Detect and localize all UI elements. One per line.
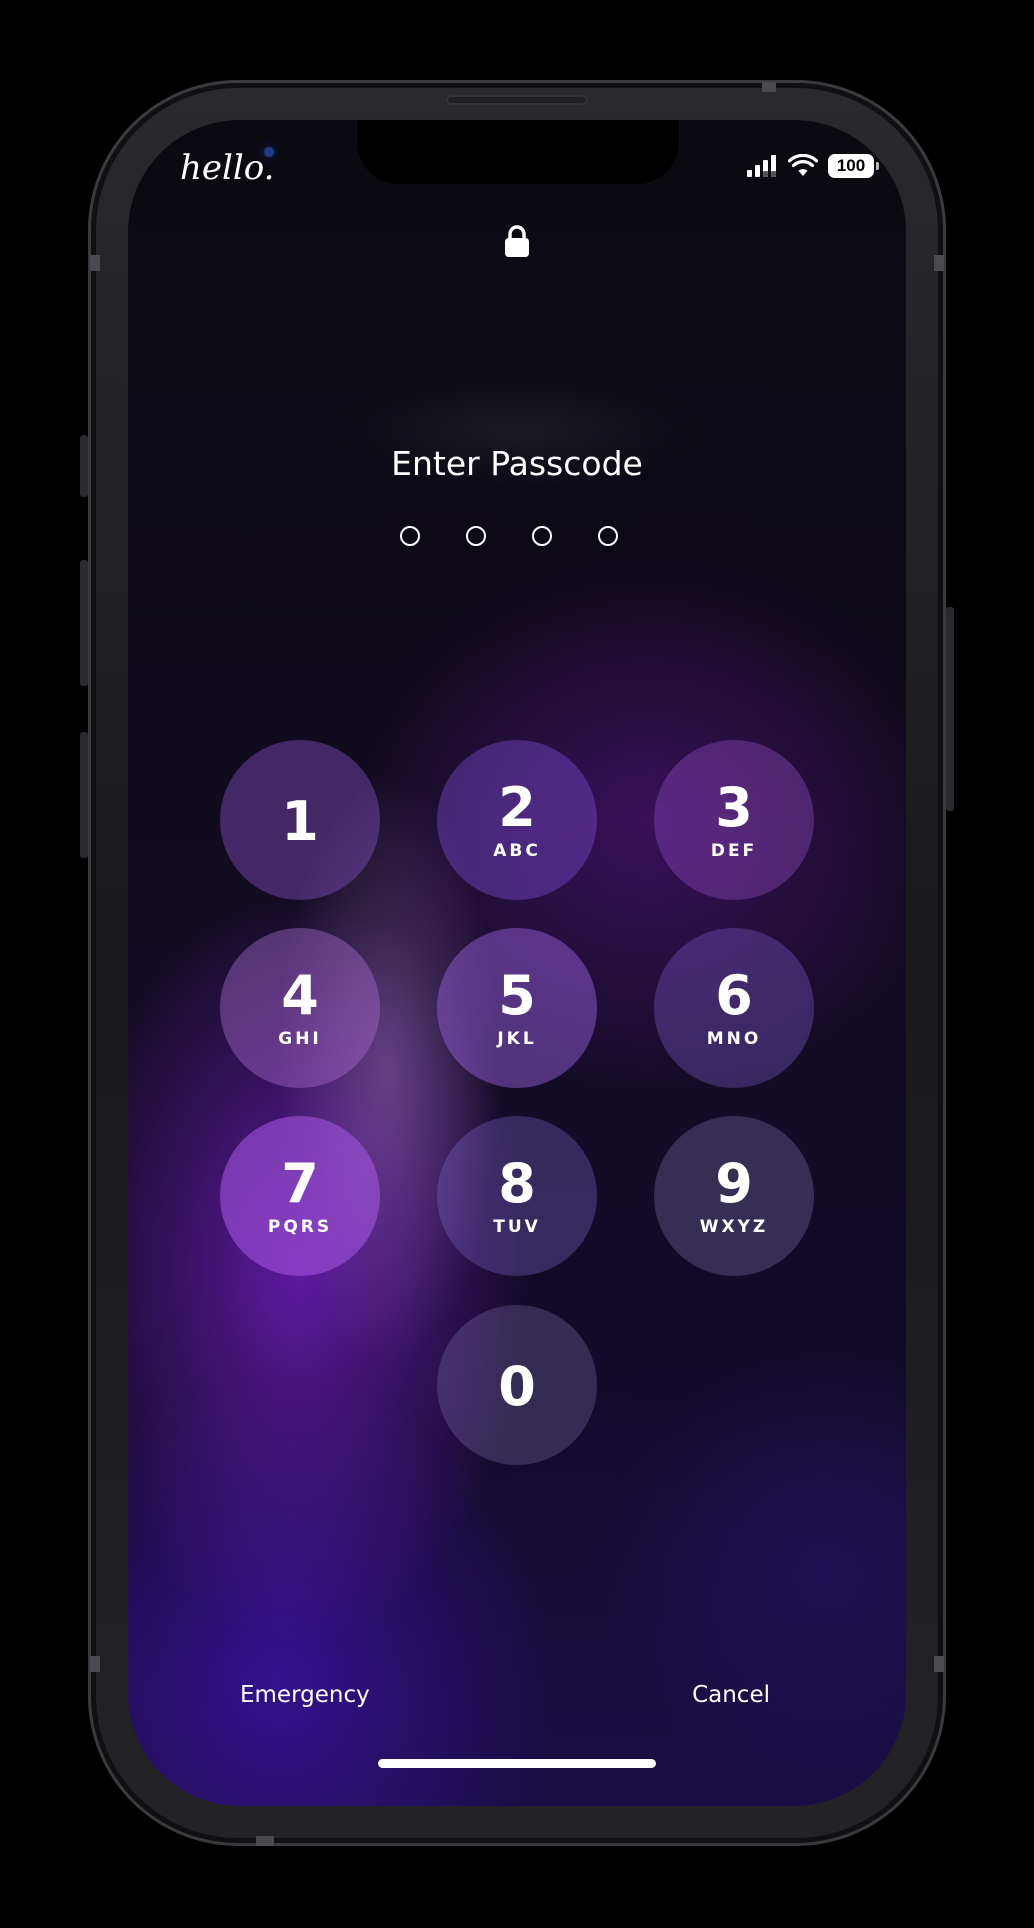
notch	[357, 120, 679, 184]
antenna-band	[90, 255, 100, 271]
passcode-dot	[400, 526, 420, 546]
passcode-dot	[532, 526, 552, 546]
antenna-band	[762, 82, 776, 92]
antenna-band	[934, 255, 944, 271]
mute-switch	[80, 435, 88, 497]
key-7[interactable]: 7 PQRS	[220, 1116, 380, 1276]
front-camera	[256, 139, 282, 165]
phone-screen: hello. 100 Enter Passcode 1 2 ABC 3 DEF …	[128, 120, 906, 1806]
lock-icon	[505, 225, 529, 257]
key-number: 2	[498, 776, 536, 839]
wifi-icon	[788, 154, 818, 176]
key-letters: PQRS	[267, 1217, 333, 1237]
cancel-button[interactable]: Cancel	[692, 1682, 770, 1708]
antenna-band	[934, 1656, 944, 1672]
key-6[interactable]: 6 MNO	[654, 928, 814, 1088]
volume-down-button	[80, 732, 88, 858]
key-letters: MNO	[706, 1029, 762, 1049]
volume-up-button	[80, 560, 88, 686]
passcode-dot	[598, 526, 618, 546]
battery-icon: 100	[828, 154, 879, 178]
key-1[interactable]: 1	[220, 740, 380, 900]
passcode-dots	[400, 526, 618, 546]
key-letters: JKL	[497, 1029, 537, 1049]
key-letters: ABC	[493, 841, 541, 861]
key-number: 5	[498, 964, 536, 1027]
key-2[interactable]: 2 ABC	[437, 740, 597, 900]
earpiece-speaker	[446, 95, 588, 105]
key-9[interactable]: 9 WXYZ	[654, 1116, 814, 1276]
key-number: 6	[715, 964, 753, 1027]
key-8[interactable]: 8 TUV	[437, 1116, 597, 1276]
key-5[interactable]: 5 JKL	[437, 928, 597, 1088]
key-number: 1	[281, 790, 319, 853]
status-bar-icons: 100	[746, 154, 879, 178]
key-letters: TUV	[493, 1217, 541, 1237]
key-number: 9	[715, 1152, 753, 1215]
key-number: 3	[715, 776, 753, 839]
emergency-button[interactable]: Emergency	[240, 1682, 370, 1708]
power-button	[946, 607, 954, 811]
key-number: 4	[281, 964, 319, 1027]
page-title: Enter Passcode	[391, 444, 643, 483]
key-letters: DEF	[710, 841, 758, 861]
key-letters: WXYZ	[699, 1217, 769, 1237]
antenna-band	[256, 1836, 274, 1846]
antenna-band	[90, 1656, 100, 1672]
cellular-signal-icon	[747, 155, 776, 177]
key-number: 7	[281, 1152, 319, 1215]
key-letters: GHI	[278, 1029, 322, 1049]
home-indicator[interactable]	[378, 1759, 656, 1768]
key-3[interactable]: 3 DEF	[654, 740, 814, 900]
key-number: 8	[498, 1152, 536, 1215]
key-0[interactable]: 0	[437, 1305, 597, 1465]
key-number: 0	[498, 1355, 536, 1418]
key-4[interactable]: 4 GHI	[220, 928, 380, 1088]
passcode-dot	[466, 526, 486, 546]
